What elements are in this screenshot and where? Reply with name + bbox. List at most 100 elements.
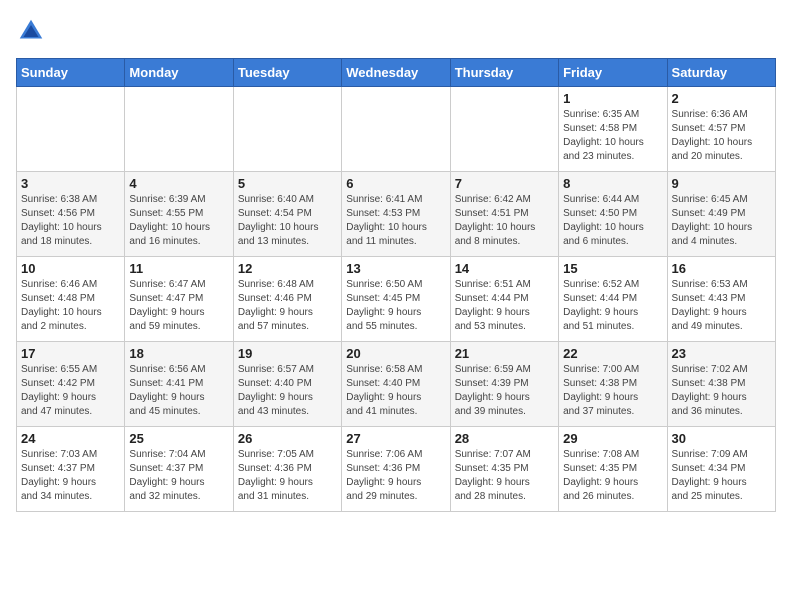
calendar-cell: 2 Sunrise: 6:36 AM Sunset: 4:57 PM Daylig… bbox=[667, 87, 775, 172]
logo-icon bbox=[16, 16, 46, 46]
week-row-0: 1 Sunrise: 6:35 AM Sunset: 4:58 PM Daylig… bbox=[17, 87, 776, 172]
day-header-wednesday: Wednesday bbox=[342, 59, 450, 87]
day-info: Sunrise: 6:41 AM Sunset: 4:53 PM Dayligh… bbox=[346, 193, 445, 249]
day-info: Sunrise: 6:44 AM Sunset: 4:50 PM Dayligh… bbox=[563, 193, 662, 249]
day-header-saturday: Saturday bbox=[667, 59, 775, 87]
day-number: 7 bbox=[455, 176, 554, 191]
calendar-cell: 27 Sunrise: 7:06 AM Sunset: 4:36 PM Dayli… bbox=[342, 427, 450, 512]
calendar-cell: 6Sunrise: 6:41 AM Sunset: 4:53 PM Daylig… bbox=[342, 172, 450, 257]
day-info: Sunrise: 6:53 AM Sunset: 4:43 PM Dayligh… bbox=[672, 278, 771, 334]
calendar-cell: 19Sunrise: 6:57 AM Sunset: 4:40 PM Dayli… bbox=[233, 342, 341, 427]
day-info: Sunrise: 6:38 AM Sunset: 4:56 PM Dayligh… bbox=[21, 193, 120, 249]
day-info: Sunrise: 6:47 AM Sunset: 4:47 PM Dayligh… bbox=[129, 278, 228, 334]
day-number: 26 bbox=[238, 431, 337, 446]
calendar-cell: 12 Sunrise: 6:48 AM Sunset: 4:46 PM Dayli… bbox=[233, 257, 341, 342]
day-number: 11 bbox=[129, 261, 228, 276]
calendar-cell: 28 Sunrise: 7:07 AM Sunset: 4:35 PM Dayli… bbox=[450, 427, 558, 512]
day-info: Sunrise: 6:59 AM Sunset: 4:39 PM Dayligh… bbox=[455, 363, 554, 419]
calendar-cell: 25 Sunrise: 7:04 AM Sunset: 4:37 PM Dayli… bbox=[125, 427, 233, 512]
calendar-cell: 8 Sunrise: 6:44 AM Sunset: 4:50 PM Daylig… bbox=[559, 172, 667, 257]
day-info: Sunrise: 6:35 AM Sunset: 4:58 PM Dayligh… bbox=[563, 108, 662, 164]
day-number: 10 bbox=[21, 261, 120, 276]
day-header-monday: Monday bbox=[125, 59, 233, 87]
day-info: Sunrise: 6:58 AM Sunset: 4:40 PM Dayligh… bbox=[346, 363, 445, 419]
calendar-cell: 4 Sunrise: 6:39 AM Sunset: 4:55 PM Daylig… bbox=[125, 172, 233, 257]
day-number: 1 bbox=[563, 91, 662, 106]
day-number: 22 bbox=[563, 346, 662, 361]
day-info: Sunrise: 7:04 AM Sunset: 4:37 PM Dayligh… bbox=[129, 448, 228, 504]
day-info: Sunrise: 6:56 AM Sunset: 4:41 PM Dayligh… bbox=[129, 363, 228, 419]
day-info: Sunrise: 7:08 AM Sunset: 4:35 PM Dayligh… bbox=[563, 448, 662, 504]
calendar-cell: 20 Sunrise: 6:58 AM Sunset: 4:40 PM Dayli… bbox=[342, 342, 450, 427]
week-row-4: 24 Sunrise: 7:03 AM Sunset: 4:37 PM Dayli… bbox=[17, 427, 776, 512]
day-header-sunday: Sunday bbox=[17, 59, 125, 87]
day-info: Sunrise: 6:39 AM Sunset: 4:55 PM Dayligh… bbox=[129, 193, 228, 249]
calendar-cell: 3Sunrise: 6:38 AM Sunset: 4:56 PM Daylig… bbox=[17, 172, 125, 257]
day-number: 29 bbox=[563, 431, 662, 446]
calendar-cell: 29 Sunrise: 7:08 AM Sunset: 4:35 PM Dayli… bbox=[559, 427, 667, 512]
day-info: Sunrise: 6:50 AM Sunset: 4:45 PM Dayligh… bbox=[346, 278, 445, 334]
day-header-row: SundayMondayTuesdayWednesdayThursdayFrid… bbox=[17, 59, 776, 87]
day-number: 14 bbox=[455, 261, 554, 276]
day-number: 19 bbox=[238, 346, 337, 361]
calendar-cell: 16 Sunrise: 6:53 AM Sunset: 4:43 PM Dayli… bbox=[667, 257, 775, 342]
calendar-cell bbox=[233, 87, 341, 172]
day-info: Sunrise: 6:45 AM Sunset: 4:49 PM Dayligh… bbox=[672, 193, 771, 249]
calendar-cell: 18 Sunrise: 6:56 AM Sunset: 4:41 PM Dayli… bbox=[125, 342, 233, 427]
day-number: 12 bbox=[238, 261, 337, 276]
day-number: 5 bbox=[238, 176, 337, 191]
day-number: 23 bbox=[672, 346, 771, 361]
calendar-cell: 10Sunrise: 6:46 AM Sunset: 4:48 PM Dayli… bbox=[17, 257, 125, 342]
calendar-cell: 22 Sunrise: 7:00 AM Sunset: 4:38 PM Dayli… bbox=[559, 342, 667, 427]
calendar-cell: 24 Sunrise: 7:03 AM Sunset: 4:37 PM Dayli… bbox=[17, 427, 125, 512]
day-number: 16 bbox=[672, 261, 771, 276]
day-info: Sunrise: 6:51 AM Sunset: 4:44 PM Dayligh… bbox=[455, 278, 554, 334]
calendar-cell: 1 Sunrise: 6:35 AM Sunset: 4:58 PM Daylig… bbox=[559, 87, 667, 172]
calendar-header: SundayMondayTuesdayWednesdayThursdayFrid… bbox=[17, 59, 776, 87]
day-number: 27 bbox=[346, 431, 445, 446]
day-info: Sunrise: 6:55 AM Sunset: 4:42 PM Dayligh… bbox=[21, 363, 120, 419]
calendar-cell: 26 Sunrise: 7:05 AM Sunset: 4:36 PM Dayli… bbox=[233, 427, 341, 512]
calendar-cell: 21 Sunrise: 6:59 AM Sunset: 4:39 PM Dayli… bbox=[450, 342, 558, 427]
day-info: Sunrise: 6:52 AM Sunset: 4:44 PM Dayligh… bbox=[563, 278, 662, 334]
day-info: Sunrise: 7:06 AM Sunset: 4:36 PM Dayligh… bbox=[346, 448, 445, 504]
calendar-table: SundayMondayTuesdayWednesdayThursdayFrid… bbox=[16, 58, 776, 512]
week-row-2: 10Sunrise: 6:46 AM Sunset: 4:48 PM Dayli… bbox=[17, 257, 776, 342]
day-info: Sunrise: 7:03 AM Sunset: 4:37 PM Dayligh… bbox=[21, 448, 120, 504]
day-number: 20 bbox=[346, 346, 445, 361]
calendar-cell bbox=[17, 87, 125, 172]
day-info: Sunrise: 7:00 AM Sunset: 4:38 PM Dayligh… bbox=[563, 363, 662, 419]
calendar-cell: 11 Sunrise: 6:47 AM Sunset: 4:47 PM Dayli… bbox=[125, 257, 233, 342]
calendar-cell: 14 Sunrise: 6:51 AM Sunset: 4:44 PM Dayli… bbox=[450, 257, 558, 342]
day-number: 18 bbox=[129, 346, 228, 361]
calendar-cell: 15 Sunrise: 6:52 AM Sunset: 4:44 PM Dayli… bbox=[559, 257, 667, 342]
calendar-cell: 30 Sunrise: 7:09 AM Sunset: 4:34 PM Dayli… bbox=[667, 427, 775, 512]
day-info: Sunrise: 7:02 AM Sunset: 4:38 PM Dayligh… bbox=[672, 363, 771, 419]
day-number: 15 bbox=[563, 261, 662, 276]
day-info: Sunrise: 6:40 AM Sunset: 4:54 PM Dayligh… bbox=[238, 193, 337, 249]
day-header-tuesday: Tuesday bbox=[233, 59, 341, 87]
day-number: 4 bbox=[129, 176, 228, 191]
day-number: 21 bbox=[455, 346, 554, 361]
day-info: Sunrise: 7:05 AM Sunset: 4:36 PM Dayligh… bbox=[238, 448, 337, 504]
day-info: Sunrise: 6:36 AM Sunset: 4:57 PM Dayligh… bbox=[672, 108, 771, 164]
logo bbox=[16, 16, 50, 46]
calendar-cell: 9 Sunrise: 6:45 AM Sunset: 4:49 PM Daylig… bbox=[667, 172, 775, 257]
week-row-3: 17Sunrise: 6:55 AM Sunset: 4:42 PM Dayli… bbox=[17, 342, 776, 427]
day-number: 9 bbox=[672, 176, 771, 191]
day-number: 30 bbox=[672, 431, 771, 446]
day-info: Sunrise: 6:48 AM Sunset: 4:46 PM Dayligh… bbox=[238, 278, 337, 334]
day-number: 8 bbox=[563, 176, 662, 191]
day-number: 25 bbox=[129, 431, 228, 446]
week-row-1: 3Sunrise: 6:38 AM Sunset: 4:56 PM Daylig… bbox=[17, 172, 776, 257]
day-info: Sunrise: 6:42 AM Sunset: 4:51 PM Dayligh… bbox=[455, 193, 554, 249]
calendar-cell: 23 Sunrise: 7:02 AM Sunset: 4:38 PM Dayli… bbox=[667, 342, 775, 427]
calendar-cell bbox=[342, 87, 450, 172]
day-number: 28 bbox=[455, 431, 554, 446]
day-number: 24 bbox=[21, 431, 120, 446]
calendar-cell bbox=[125, 87, 233, 172]
day-number: 2 bbox=[672, 91, 771, 106]
day-info: Sunrise: 7:09 AM Sunset: 4:34 PM Dayligh… bbox=[672, 448, 771, 504]
day-info: Sunrise: 7:07 AM Sunset: 4:35 PM Dayligh… bbox=[455, 448, 554, 504]
day-number: 13 bbox=[346, 261, 445, 276]
